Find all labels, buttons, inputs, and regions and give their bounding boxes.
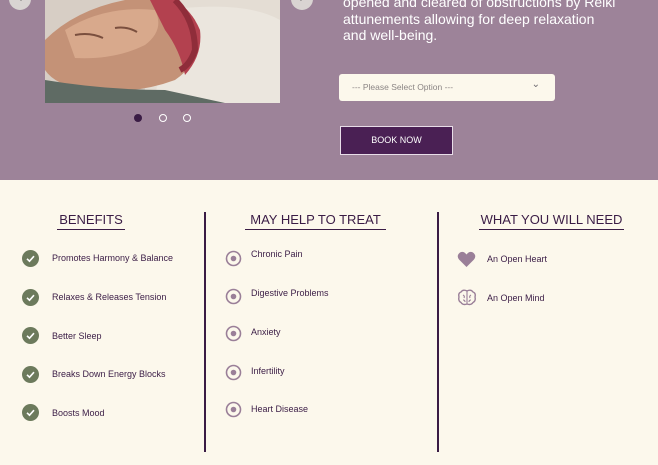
hero-description-line-3: and well-being. [343,27,438,43]
list-item: Better Sleep [52,331,102,341]
carousel-image [45,0,280,103]
hero-section: ‹ › opened and cleared of obstructions b… [0,0,658,180]
column-divider [437,212,439,452]
carousel-dot-3[interactable] [183,114,191,122]
target-icon [225,364,242,381]
chevron-right-icon: › [299,0,304,6]
carousel-prev-button[interactable]: ‹ [9,0,31,10]
target-icon [225,401,242,418]
option-select-placeholder: --- Please Select Option --- [352,82,454,92]
hero-description: opened and cleared of obstructions by Re… [343,0,633,44]
list-item: An Open Mind [487,293,545,303]
check-icon [22,250,39,267]
check-icon [22,404,39,421]
carousel-dot-2[interactable] [159,114,167,122]
list-item: Digestive Problems [251,288,329,298]
target-icon [225,250,242,267]
target-icon [225,288,242,305]
chevron-down-icon: ⌄ [531,79,540,90]
heart-icon [457,251,476,267]
list-item: An Open Heart [487,254,548,264]
carousel-dot-1[interactable] [134,114,142,122]
list-item: Breaks Down Energy Blocks [52,369,166,379]
benefits-title: BENEFITS [57,212,125,230]
list-item: Promotes Harmony & Balance [52,253,174,263]
brain-icon [458,289,476,306]
need-title: WHAT YOU WILL NEED [479,212,624,230]
hero-description-line-1: opened and cleared of obstructions by Re… [343,0,616,10]
check-icon [22,289,39,306]
list-item: Infertility [251,366,285,376]
treat-title: MAY HELP TO TREAT [245,212,386,230]
chevron-left-icon: ‹ [17,0,22,6]
check-icon [22,366,39,383]
column-divider [204,212,206,452]
list-item: Chronic Pain [251,249,303,259]
hero-description-line-2: attunements allowing for deep relaxation [343,10,595,27]
list-item: Boosts Mood [52,408,105,418]
carousel-next-button[interactable]: › [291,0,313,10]
target-icon [225,325,242,342]
list-item: Relaxes & Releases Tension [52,292,167,302]
check-icon [22,327,39,344]
list-item: Heart Disease [251,404,309,414]
book-now-button[interactable]: BOOK NOW [340,126,453,155]
option-select[interactable]: --- Please Select Option --- ⌄ [339,74,555,101]
list-item: Anxiety [251,327,281,337]
woman-relaxing-image [45,0,280,103]
